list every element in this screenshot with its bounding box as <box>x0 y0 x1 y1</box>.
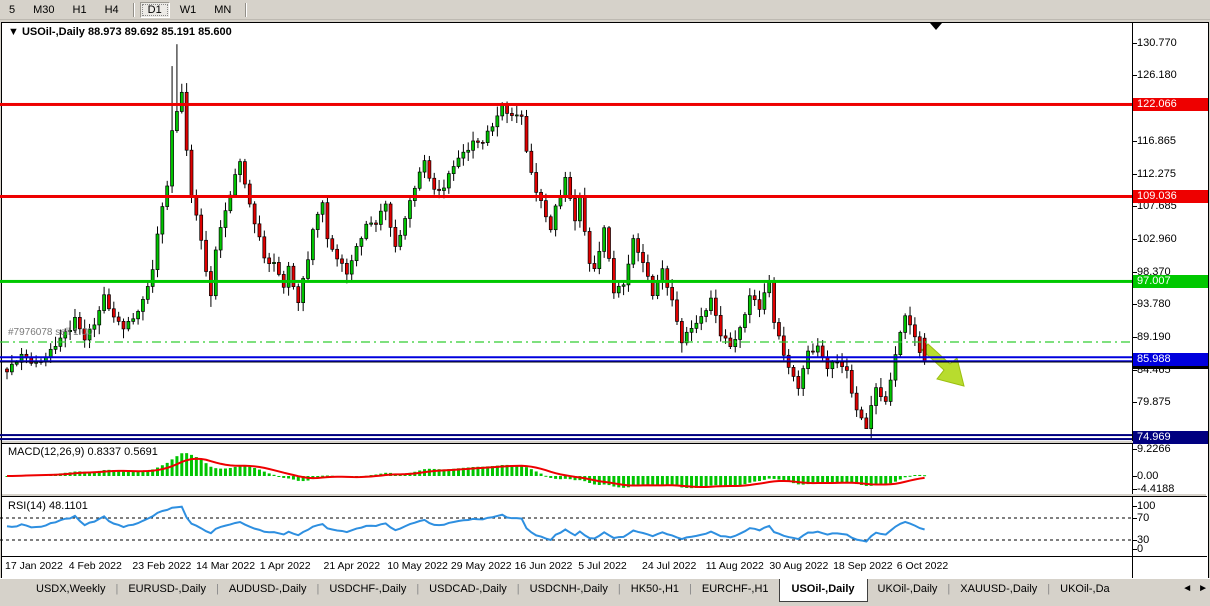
date-tick-label: 4 Feb 2022 <box>69 560 122 572</box>
period-button-h4[interactable]: H4 <box>97 2 127 18</box>
date-tick-label: 1 Apr 2022 <box>260 560 311 572</box>
chart-dropdown-icon[interactable]: ▼ <box>8 26 19 38</box>
rsi-indicator-label: RSI(14) 48.1101 <box>8 500 88 512</box>
macd-panel-border <box>1 443 1207 444</box>
rsi-scale-label: 0 <box>1137 543 1143 555</box>
period-button-m30[interactable]: M30 <box>25 2 62 18</box>
chart-title: ▼ USOil-,Daily 88.973 89.692 85.191 85.6… <box>8 26 232 38</box>
rsi-panel-border <box>1 496 1207 497</box>
price-tick-label: 112.275 <box>1137 168 1176 180</box>
chart-tab-bar: USDX,Weekly|EURUSD-,Daily|AUDUSD-,Daily|… <box>0 578 1210 606</box>
macd-scale-label: 0.00 <box>1137 470 1158 482</box>
date-tick-label: 14 Mar 2022 <box>196 560 255 572</box>
date-tick-label: 10 May 2022 <box>387 560 448 572</box>
date-tick-label: 24 Jul 2022 <box>642 560 696 572</box>
date-tick-label: 23 Feb 2022 <box>132 560 191 572</box>
date-tick-label: 16 Jun 2022 <box>515 560 573 572</box>
price-line-label: 85.988 <box>1133 353 1208 366</box>
price-tick-label: 126.180 <box>1137 69 1177 81</box>
order-annotation-label[interactable]: #7976078 sell 1.00 <box>8 327 93 338</box>
chart-tab-xauusd-daily[interactable]: XAUUSD-,Daily <box>950 579 1047 600</box>
chart-tab-eurchf-h1[interactable]: EURCHF-,H1 <box>692 579 779 600</box>
chart-tab-audusd-daily[interactable]: AUDUSD-,Daily <box>219 579 317 600</box>
price-tick-label: 116.865 <box>1137 135 1176 147</box>
tab-scroll-left-icon[interactable]: ◄ <box>1182 583 1192 594</box>
period-button-mn[interactable]: MN <box>206 2 239 18</box>
chart-tab-eurusd-daily[interactable]: EURUSD-,Daily <box>118 579 216 600</box>
date-tick-label: 17 Jan 2022 <box>5 560 63 572</box>
macd-indicator-label: MACD(12,26,9) 0.8337 0.5691 <box>8 446 158 458</box>
date-tick-label: 30 Aug 2022 <box>769 560 828 572</box>
rsi-scale-label: 70 <box>1137 512 1149 524</box>
price-tick-label: 102.960 <box>1137 233 1177 245</box>
tab-scrollers: ◄ ► <box>1182 583 1208 594</box>
price-tick-label: 79.875 <box>1137 396 1171 408</box>
time-axis[interactable]: 17 Jan 2022 4 Feb 2022 23 Feb 2022 14 Mar 2… <box>0 557 1210 577</box>
macd-scale-label: 9.2266 <box>1137 443 1171 455</box>
period-toolbar: 5M30H1H4 D1W1MN <box>0 0 1210 20</box>
chart-tab-ukoil-daily[interactable]: UKOil-,Daily <box>868 579 948 600</box>
chart-tab-usdx-weekly[interactable]: USDX,Weekly <box>26 579 115 600</box>
price-line-label: 122.066 <box>1133 98 1208 111</box>
chart-tab-usdcad-daily[interactable]: USDCAD-,Daily <box>419 579 517 600</box>
price-line-label: 109.036 <box>1133 190 1208 203</box>
price-tick-label: 130.770 <box>1137 37 1177 49</box>
chart-tab-usoil-daily[interactable]: USOil-,Daily <box>779 579 868 602</box>
date-tick-label: 11 Aug 2022 <box>706 560 764 572</box>
chart-tab-hk50-h1[interactable]: HK50-,H1 <box>621 579 689 600</box>
toolbar-separator <box>133 3 134 17</box>
macd-scale-label: -4.4188 <box>1137 483 1174 495</box>
toolbar-separator <box>245 3 246 17</box>
date-tick-label: 18 Sep 2022 <box>833 560 893 572</box>
chart-tab-ukoil-da[interactable]: UKOil-,Da <box>1050 579 1120 600</box>
period-button-d1[interactable]: D1 <box>140 2 170 18</box>
date-tick-label: 6 Oct 2022 <box>897 560 948 572</box>
price-tick-label: 89.190 <box>1137 331 1171 343</box>
chart-tab-usdcnh-daily[interactable]: USDCNH-,Daily <box>520 579 618 600</box>
period-button-h1[interactable]: H1 <box>65 2 95 18</box>
price-line-label: 97.007 <box>1133 275 1208 288</box>
chart-tab-usdchf-daily[interactable]: USDCHF-,Daily <box>319 579 416 600</box>
chart-symbol-label: USOil-,Daily <box>22 26 85 38</box>
rsi-scale-label: 100 <box>1137 500 1155 512</box>
date-tick-label: 29 May 2022 <box>451 560 512 572</box>
price-tick-label: 93.780 <box>1137 298 1171 310</box>
chart-ohlc-values: 88.973 89.692 85.191 85.600 <box>88 26 232 38</box>
price-line-label: 74.969 <box>1133 431 1208 444</box>
date-tick-label: 21 Apr 2022 <box>324 560 381 572</box>
period-button-5[interactable]: 5 <box>1 2 23 18</box>
period-button-w1[interactable]: W1 <box>172 2 205 18</box>
tab-scroll-right-icon[interactable]: ► <box>1198 583 1208 594</box>
date-tick-label: 5 Jul 2022 <box>578 560 626 572</box>
